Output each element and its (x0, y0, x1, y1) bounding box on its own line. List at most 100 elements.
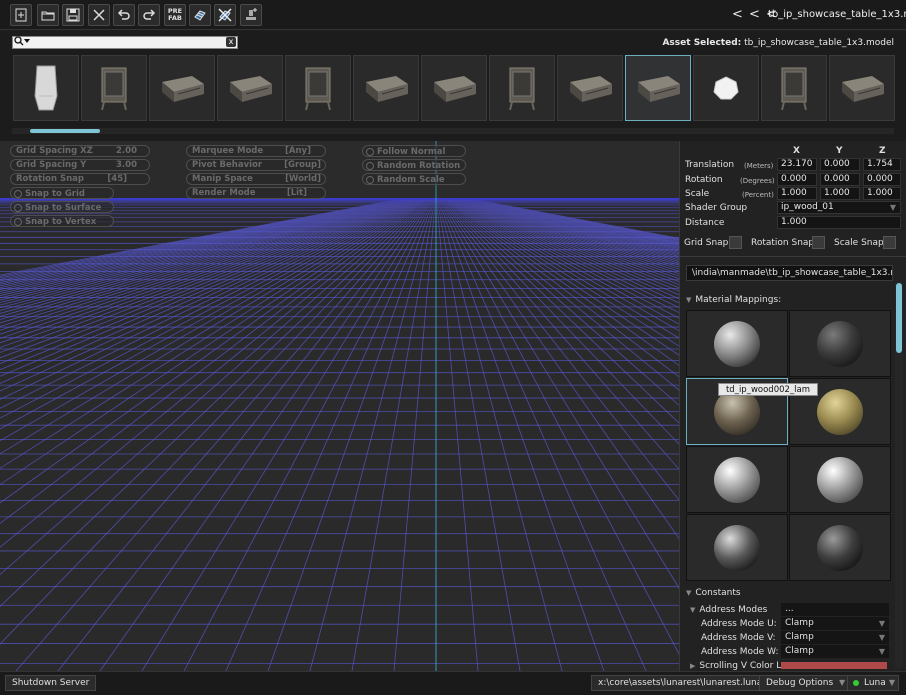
search-icon[interactable] (14, 36, 34, 48)
spawn-actor-button[interactable] (240, 4, 262, 26)
rotation-snap-label: Rotation Snap (751, 238, 815, 248)
scrolling-v-color-text: Scrolling V Color L (699, 661, 782, 671)
snap-to-vertex-radio[interactable]: Snap to Vertex (10, 215, 114, 227)
model-path-field[interactable]: \india\manmade\tb_ip_showcase_table_1x3.… (686, 265, 893, 281)
rotation-snap-checkbox[interactable] (812, 236, 825, 249)
address-mode-u-value: Clamp (785, 618, 814, 628)
asset-thumbnail[interactable] (353, 55, 419, 121)
search-input[interactable] (12, 36, 238, 49)
open-folder-icon (41, 11, 55, 21)
material-slot[interactable] (686, 446, 788, 513)
material-slot[interactable] (789, 310, 891, 377)
delete-button[interactable] (88, 4, 110, 26)
constants-header[interactable]: ▼ Constants (686, 588, 741, 598)
material-slot[interactable] (789, 446, 891, 513)
asset-thumbnail[interactable] (421, 55, 487, 121)
project-path-value: x:\core\assets\lunarest\lunarest.luna (598, 678, 763, 688)
scale-x-field[interactable]: 1.000 (777, 187, 817, 200)
thumbnail-scrollbar[interactable] (30, 129, 100, 133)
asset-thumbnail[interactable] (761, 55, 827, 121)
chevron-down-icon: ▼ (839, 678, 846, 687)
scale-snap-checkbox[interactable] (883, 236, 896, 249)
pivot-behavior-value: [Group] (284, 160, 321, 170)
grid-spacing-y-field[interactable]: Grid Spacing Y 3.00 (10, 159, 150, 171)
material-slot[interactable] (686, 514, 788, 581)
distance-field[interactable]: 1.000 (777, 216, 901, 229)
divider (680, 256, 906, 257)
translation-z-field[interactable]: 1.754 (863, 158, 901, 171)
panel-scrollbar[interactable] (896, 283, 902, 353)
translation-y-field[interactable]: 0.000 (820, 158, 860, 171)
asset-thumbnail[interactable] (149, 55, 215, 121)
material-slot[interactable] (789, 514, 891, 581)
new-button[interactable] (10, 4, 32, 26)
asset-thumbnail[interactable] (13, 55, 79, 121)
layers-button[interactable] (189, 4, 211, 26)
asset-preview-image (638, 76, 680, 102)
new-icon (15, 8, 27, 22)
undo-button[interactable] (113, 4, 135, 26)
thumbnail-scroll-track[interactable] (12, 128, 894, 134)
random-scale-radio[interactable]: Random Scale (362, 173, 466, 185)
address-mode-u-dropdown[interactable]: Clamp ▼ (781, 617, 889, 630)
scale-label: Scale (685, 189, 710, 199)
shader-group-dropdown[interactable]: ip_wood_01 ▼ (777, 201, 901, 214)
rotation-z-field[interactable]: 0.000 (863, 173, 901, 186)
main-toolbar: PRE FAB < < < tb_ip_showcase_table_1x3.m… (0, 0, 906, 30)
rotation-x-field[interactable]: 0.000 (777, 173, 817, 186)
status-dot-icon (853, 680, 859, 686)
luna-status-dropdown[interactable]: Luna ▼ (847, 675, 899, 691)
snap-to-grid-radio[interactable]: Snap to Grid (10, 187, 114, 199)
grid-spacing-xz-field[interactable]: Grid Spacing XZ 2.00 (10, 145, 150, 157)
redo-button[interactable] (138, 4, 160, 26)
save-icon (66, 8, 80, 22)
address-modes-value[interactable]: ... (781, 603, 889, 616)
asset-thumbnail[interactable] (489, 55, 555, 121)
rotation-snap-field[interactable]: Rotation Snap [45] (10, 173, 150, 185)
manip-space-field[interactable]: Manip Space [World] (186, 173, 326, 185)
follow-normal-radio[interactable]: Follow Normal (362, 145, 466, 157)
address-modes-text: Address Modes (699, 605, 768, 615)
grid-snap-checkbox[interactable] (729, 236, 742, 249)
scrolling-v-color-swatch[interactable] (781, 662, 887, 669)
asset-thumbnail[interactable] (81, 55, 147, 121)
open-button[interactable] (37, 4, 59, 26)
render-mode-field[interactable]: Render Mode [Lit] (186, 187, 326, 199)
address-mode-w-dropdown[interactable]: Clamp ▼ (781, 645, 889, 658)
render-mode-value: [Lit] (286, 188, 307, 198)
pivot-behavior-field[interactable]: Pivot Behavior [Group] (186, 159, 326, 171)
material-slot[interactable] (686, 310, 788, 377)
marquee-mode-field[interactable]: Marquee Mode [Any] (186, 145, 326, 157)
search-clear-button[interactable]: x (226, 37, 236, 47)
constants-label: Constants (695, 588, 741, 598)
asset-thumbnail[interactable] (625, 55, 691, 121)
grid-spacing-xz-value: 2.00 (116, 146, 137, 156)
asset-thumbnail[interactable] (285, 55, 351, 121)
translation-x-field[interactable]: 23.170 (777, 158, 817, 171)
snap-to-surface-radio[interactable]: Snap to Surface (10, 201, 114, 213)
asset-thumbnail[interactable] (557, 55, 623, 121)
grid-toggle-button[interactable] (214, 4, 236, 26)
asset-preview-image (34, 65, 58, 111)
debug-options-dropdown[interactable]: Debug Options ▼ (759, 675, 851, 691)
shutdown-server-button[interactable]: Shutdown Server (5, 675, 97, 691)
prefab-button[interactable]: PRE FAB (164, 4, 186, 26)
asset-preview-image (842, 76, 884, 102)
asset-thumbnail[interactable] (217, 55, 283, 121)
save-button[interactable] (62, 4, 84, 26)
collapse-triangle-icon: ▼ (686, 296, 692, 304)
project-path-dropdown[interactable]: x:\core\assets\lunarest\lunarest.luna ▼ (591, 675, 780, 691)
address-mode-w-label: Address Mode W: (701, 647, 779, 657)
random-rotation-radio[interactable]: Random Rotation (362, 159, 466, 171)
3d-viewport[interactable]: Grid Spacing XZ 2.00 Grid Spacing Y 3.00… (0, 141, 679, 671)
asset-thumbnail[interactable] (693, 55, 759, 121)
asset-preview-image (713, 76, 739, 100)
scale-z-field[interactable]: 1.000 (863, 187, 901, 200)
address-mode-v-dropdown[interactable]: Clamp ▼ (781, 631, 889, 644)
address-mode-u-label: Address Mode U: (701, 619, 777, 629)
address-modes-label: ▼ Address Modes (690, 605, 767, 615)
rotation-y-field[interactable]: 0.000 (820, 173, 860, 186)
material-mappings-header[interactable]: ▼ Material Mappings: (686, 295, 781, 305)
scale-y-field[interactable]: 1.000 (820, 187, 860, 200)
asset-thumbnail[interactable] (829, 55, 895, 121)
